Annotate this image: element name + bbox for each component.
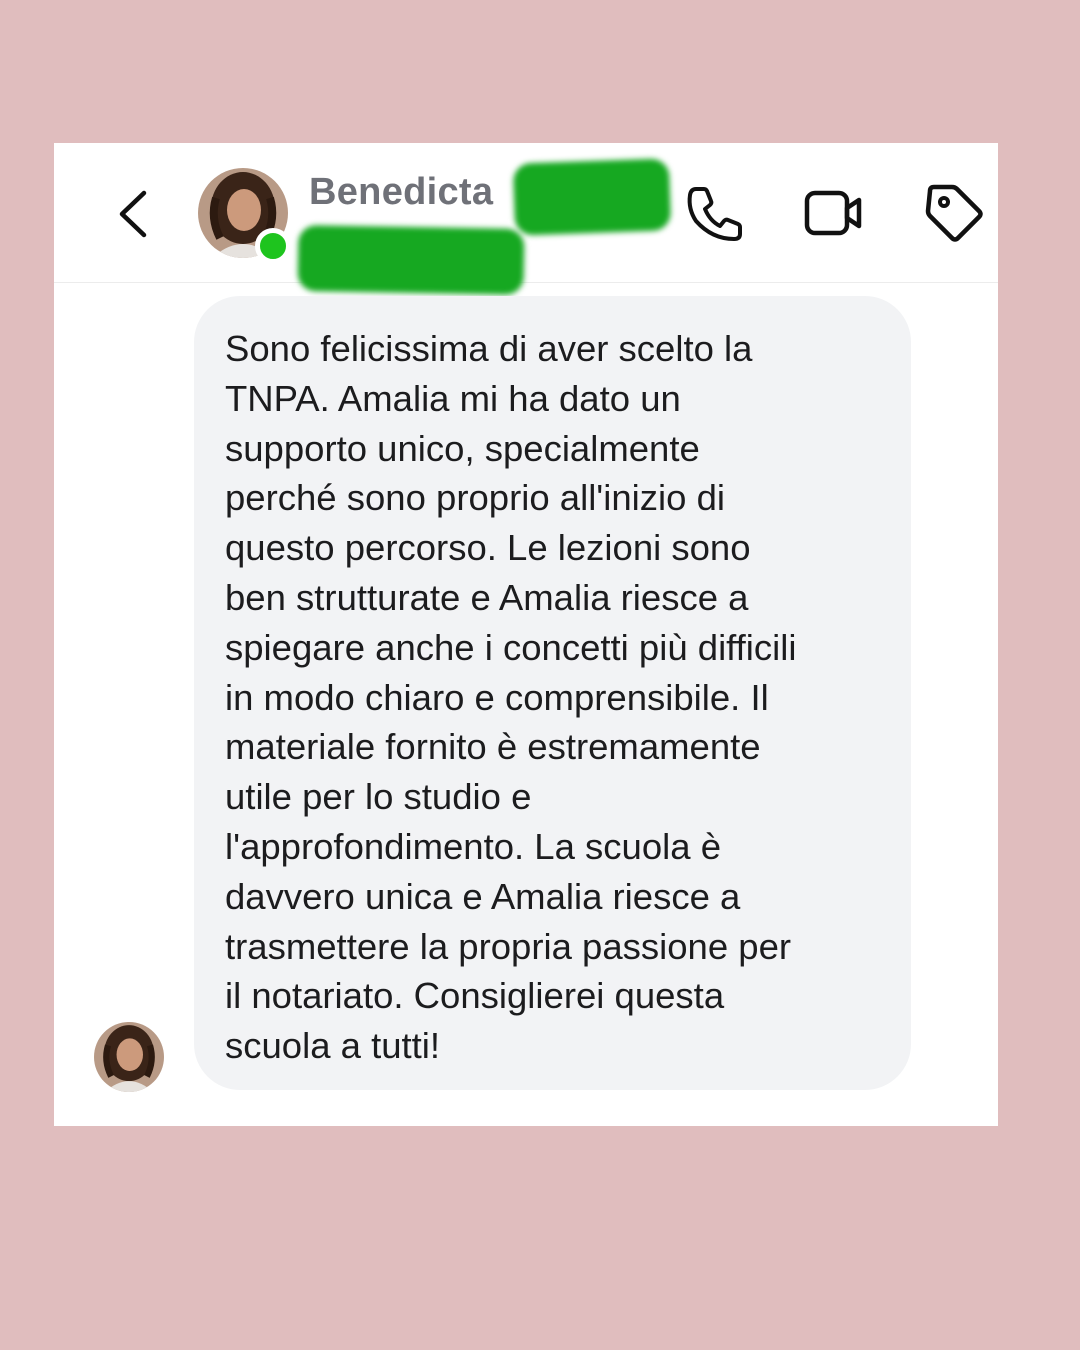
sender-avatar[interactable] <box>94 1022 164 1092</box>
message-text: Sono felicissima di aver scelto la TNPA.… <box>225 328 797 1067</box>
chat-header: Benedicta <box>54 143 998 295</box>
online-status-indicator <box>255 228 291 264</box>
video-camera-icon <box>804 190 862 236</box>
chevron-left-icon <box>119 190 147 238</box>
redaction-mark <box>297 225 525 295</box>
tag-button[interactable] <box>922 181 986 245</box>
redaction-mark <box>512 158 672 236</box>
phone-icon <box>687 187 742 241</box>
chat-card: Benedicta Sono felicissima di aver scelt… <box>54 143 998 1126</box>
message-bubble[interactable]: Sono felicissima di aver scelto la TNPA.… <box>194 296 911 1090</box>
back-button[interactable] <box>110 181 158 245</box>
tag-icon <box>925 184 983 242</box>
contact-name[interactable]: Benedicta <box>309 171 493 214</box>
call-button[interactable] <box>682 181 746 245</box>
video-call-button[interactable] <box>802 181 866 245</box>
